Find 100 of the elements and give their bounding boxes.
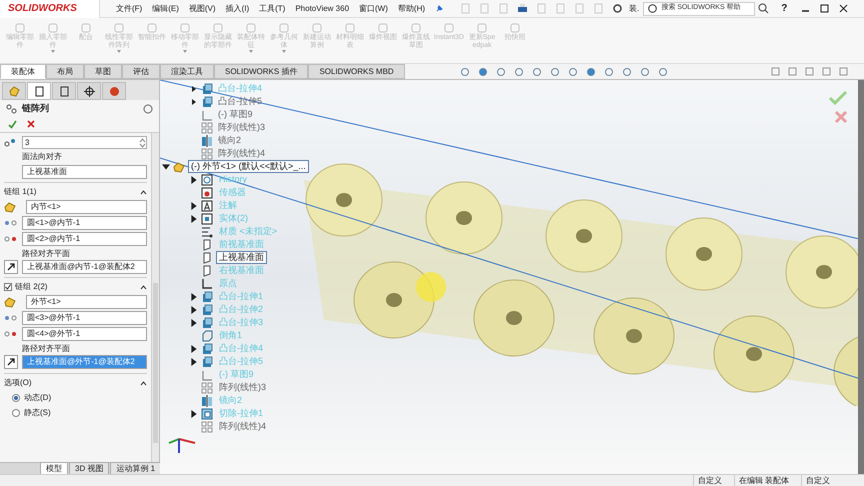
scrollbar[interactable] bbox=[151, 133, 159, 462]
input-field[interactable]: 上视基准面@外节-1@装配体2 bbox=[22, 355, 147, 369]
document-title: 装. bbox=[629, 2, 640, 14]
menu-item[interactable]: 编辑(E) bbox=[152, 2, 179, 14]
extrude-icon bbox=[201, 356, 213, 368]
tree-item[interactable]: 上视基准面 bbox=[216, 251, 267, 264]
count-spinner[interactable]: 3 bbox=[22, 136, 147, 149]
search-icon[interactable] bbox=[758, 3, 770, 14]
view-tab[interactable]: 模型 bbox=[40, 462, 68, 475]
command-tab[interactable]: SOLIDWORKS 插件 bbox=[214, 64, 308, 79]
menu-item[interactable]: 文件(F) bbox=[116, 2, 142, 14]
confirm-check-icon[interactable] bbox=[8, 120, 17, 128]
collapse-caret-icon[interactable] bbox=[140, 190, 147, 194]
extrude-icon bbox=[201, 82, 213, 94]
input-field[interactable]: 上视基准面 bbox=[22, 165, 147, 179]
command-tab[interactable]: 草图 bbox=[84, 64, 122, 79]
input-field[interactable]: 圆<1>@内节-1 bbox=[22, 216, 147, 230]
tree-item[interactable]: 镜向2 bbox=[216, 135, 244, 146]
radio-button[interactable] bbox=[12, 409, 20, 417]
group-title: 链组 2(2) bbox=[15, 281, 48, 293]
status-text: 自定义 bbox=[692, 474, 726, 486]
command-tab[interactable]: 布局 bbox=[46, 64, 84, 79]
help-icon[interactable] bbox=[143, 104, 153, 114]
spinner-arrows-icon[interactable] bbox=[139, 138, 146, 148]
collapse-caret-icon[interactable] bbox=[140, 380, 147, 386]
tree-item[interactable]: 阵列(线性)3 bbox=[216, 122, 267, 133]
tool-icon bbox=[245, 22, 257, 34]
command-tab[interactable]: SOLIDWORKS MBD bbox=[308, 64, 405, 79]
node-count-icon bbox=[4, 138, 18, 148]
expand-arrow-icon[interactable] bbox=[190, 306, 198, 314]
input-field[interactable]: 上视基准面@内节-1@装配体2 bbox=[22, 260, 147, 274]
pin-icon[interactable] bbox=[435, 4, 444, 13]
command-tab[interactable]: 装配体 bbox=[0, 64, 46, 79]
extrude-icon bbox=[201, 290, 213, 302]
maximize-icon[interactable] bbox=[820, 4, 830, 13]
confirm-check-icon[interactable] bbox=[828, 90, 848, 106]
view-tab[interactable]: 3D 视图 bbox=[69, 462, 110, 475]
group-checkbox[interactable] bbox=[4, 283, 12, 291]
input-field[interactable]: 圆<2>@内节-1 bbox=[22, 232, 147, 246]
menu-item[interactable]: 工具(T) bbox=[259, 2, 286, 14]
collapse-arrow-icon[interactable] bbox=[162, 162, 170, 170]
panel-tab[interactable] bbox=[52, 82, 76, 100]
expand-arrow-icon[interactable] bbox=[190, 358, 198, 366]
component-icon bbox=[173, 160, 185, 172]
input-field[interactable]: 圆<4>@外节-1 bbox=[22, 327, 147, 341]
mirror-icon bbox=[201, 394, 213, 406]
direction-arrow-icon[interactable] bbox=[4, 355, 18, 369]
menu-item[interactable]: 视图(V) bbox=[188, 2, 216, 14]
tree-item[interactable]: (-) 草图9 bbox=[216, 109, 254, 120]
expand-arrow-icon[interactable] bbox=[190, 292, 198, 300]
radio-button[interactable] bbox=[12, 394, 20, 402]
command-tab[interactable]: 评估 bbox=[122, 64, 160, 79]
tool-icon bbox=[311, 22, 323, 34]
dropdown-caret-icon[interactable] bbox=[282, 50, 286, 53]
help-button[interactable]: ? bbox=[781, 1, 788, 16]
pattern-icon bbox=[201, 148, 213, 160]
panel-tab[interactable] bbox=[27, 82, 51, 100]
solid-icon bbox=[201, 212, 213, 224]
chamfer-icon bbox=[201, 330, 213, 342]
cut-icon bbox=[201, 408, 213, 420]
collapse-caret-icon[interactable] bbox=[140, 284, 147, 290]
expand-arrow-icon[interactable] bbox=[191, 98, 197, 104]
settings-icon[interactable] bbox=[612, 3, 624, 14]
command-tab[interactable]: 渲染工具 bbox=[160, 64, 214, 79]
component-icon bbox=[4, 201, 16, 213]
tree-item[interactable]: 阵列(线性)4 bbox=[216, 420, 269, 433]
tool-icon bbox=[47, 22, 59, 34]
expand-arrow-icon[interactable] bbox=[190, 344, 198, 352]
menu-item[interactable]: PhotoView 360 bbox=[295, 2, 350, 14]
input-field[interactable]: 内节<1> bbox=[26, 200, 147, 214]
origin-icon bbox=[201, 278, 213, 290]
printer-icon[interactable] bbox=[517, 3, 528, 14]
sensor-icon bbox=[201, 186, 213, 198]
tree-item[interactable]: 阵列(线性)4 bbox=[216, 148, 267, 159]
menu-item[interactable]: 插入(I) bbox=[226, 2, 250, 14]
tree-item[interactable]: (-) 外节<1> (默认<<默认>_... bbox=[188, 160, 309, 173]
expand-arrow-icon[interactable] bbox=[190, 318, 198, 326]
viewport-scrollbar[interactable] bbox=[858, 80, 864, 474]
expand-arrow-icon[interactable] bbox=[190, 202, 198, 210]
menu-item[interactable]: 窗口(W) bbox=[359, 2, 388, 14]
dropdown-caret-icon[interactable] bbox=[183, 50, 187, 53]
dropdown-caret-icon[interactable] bbox=[117, 50, 121, 53]
tree-item[interactable]: 阵列(线性)3 bbox=[216, 381, 269, 394]
extrude-icon bbox=[201, 316, 213, 328]
view-tab[interactable]: 运动算例 1 bbox=[110, 462, 162, 475]
expand-arrow-icon[interactable] bbox=[191, 86, 197, 92]
menu-item[interactable]: 帮助(H) bbox=[398, 2, 426, 14]
cancel-icon[interactable] bbox=[27, 120, 35, 128]
expand-arrow-icon[interactable] bbox=[190, 214, 198, 222]
expand-arrow-icon[interactable] bbox=[190, 176, 198, 184]
panel-tab[interactable] bbox=[77, 82, 101, 100]
history-icon bbox=[201, 174, 213, 186]
tool-icon bbox=[14, 22, 26, 34]
direction-arrow-icon[interactable] bbox=[4, 260, 18, 274]
input-field[interactable]: 圆<3>@外节-1 bbox=[22, 311, 147, 325]
dropdown-caret-icon[interactable] bbox=[249, 50, 253, 53]
input-field[interactable]: 外节<1> bbox=[26, 295, 147, 309]
annotation-icon bbox=[201, 200, 213, 212]
dropdown-caret-icon[interactable] bbox=[51, 50, 55, 53]
expand-arrow-icon[interactable] bbox=[190, 410, 198, 418]
